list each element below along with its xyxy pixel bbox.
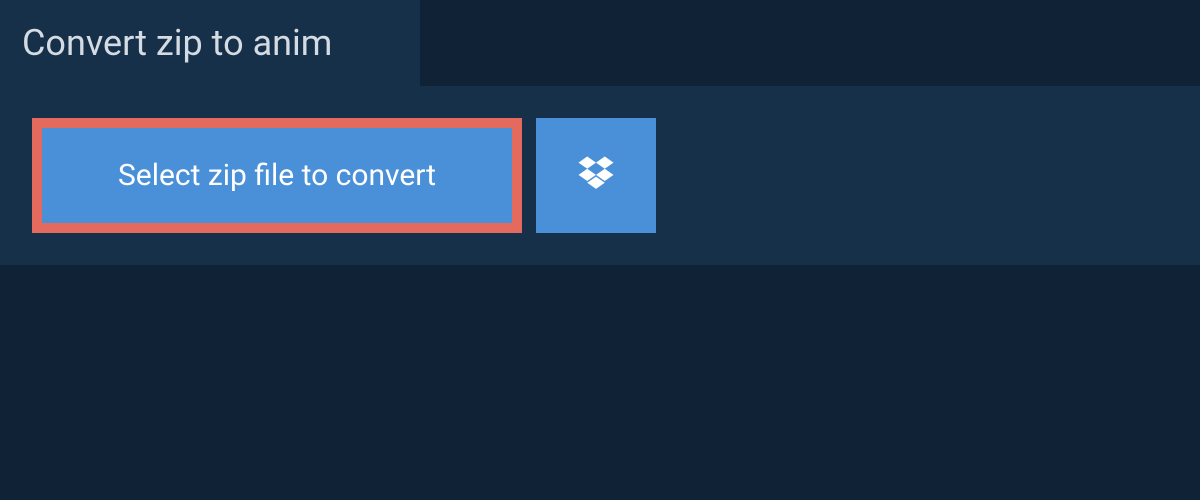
dropbox-icon (575, 153, 617, 199)
page-title: Convert zip to anim (22, 22, 382, 64)
button-row: Select zip file to convert (32, 118, 1168, 233)
select-file-label: Select zip file to convert (118, 158, 436, 193)
header-tab: Convert zip to anim (0, 0, 420, 86)
select-file-button[interactable]: Select zip file to convert (32, 118, 522, 233)
dropbox-button[interactable] (536, 118, 656, 233)
conversion-panel: Select zip file to convert (0, 86, 1200, 265)
